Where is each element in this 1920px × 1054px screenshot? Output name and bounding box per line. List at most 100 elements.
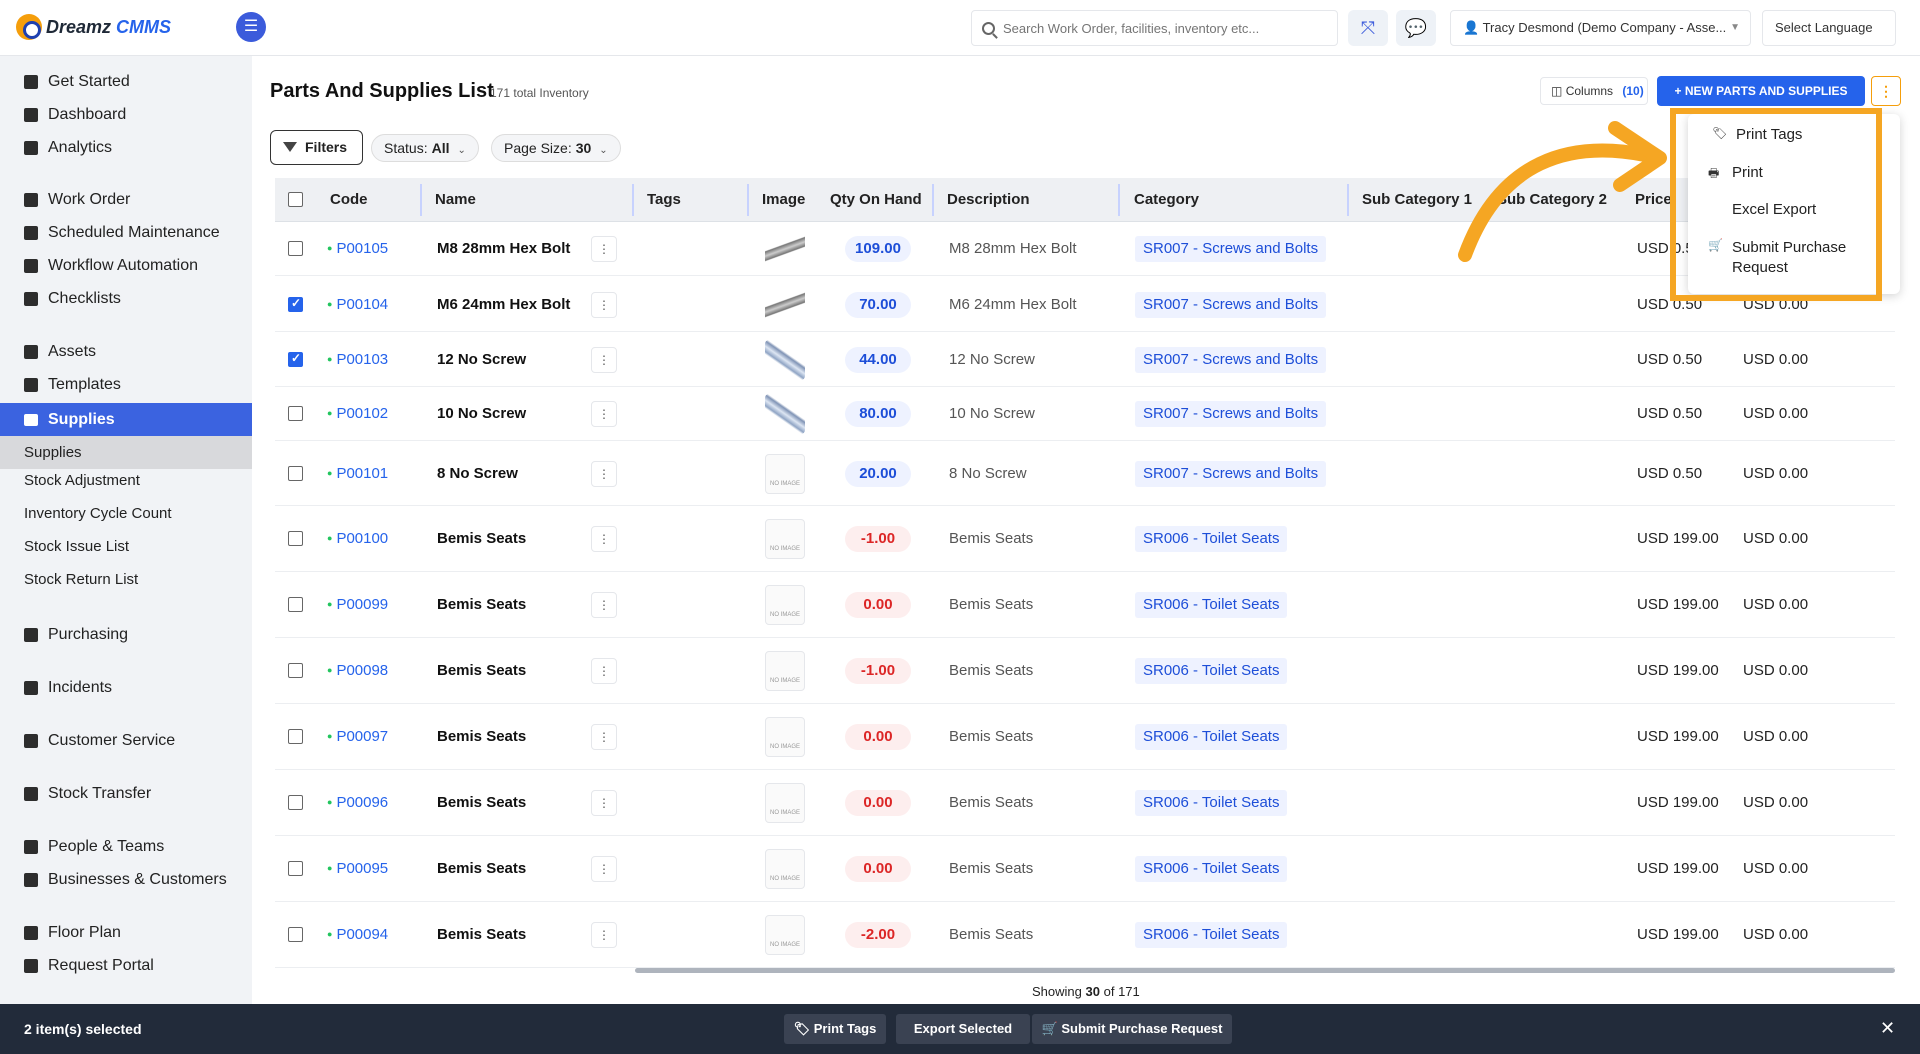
row-category-badge[interactable]: SR006 - Toilet Seats [1135, 526, 1288, 552]
row-code-link[interactable]: P00098 [327, 662, 388, 679]
horizontal-scrollbar[interactable] [635, 968, 1895, 973]
row-checkbox[interactable] [288, 795, 303, 810]
column-header-description[interactable]: Description [947, 178, 1030, 222]
search-input[interactable] [1003, 20, 1323, 36]
column-header-category[interactable]: Category [1134, 178, 1199, 222]
row-category-badge[interactable]: SR006 - Toilet Seats [1135, 856, 1288, 882]
chat-icon[interactable]: 💬 [1396, 10, 1436, 46]
select-all-checkbox[interactable] [288, 192, 303, 207]
row-category-badge[interactable]: SR006 - Toilet Seats [1135, 592, 1288, 618]
sidebar-subitem-stock-issue-list[interactable]: Stock Issue List [24, 538, 129, 555]
row-code-link[interactable]: P00094 [327, 926, 388, 943]
sidebar-item-request-portal[interactable]: Request Portal [24, 955, 154, 977]
filters-button[interactable]: Filters [270, 130, 363, 165]
row-category-badge[interactable]: SR006 - Toilet Seats [1135, 790, 1288, 816]
table-row[interactable]: P00104 M6 24mm Hex Bolt ⋮ 70.00 M6 24mm Hex … [275, 278, 1895, 332]
row-code-link[interactable]: P00097 [327, 728, 388, 745]
sidebar-item-work-order[interactable]: Work Order [24, 189, 130, 211]
row-actions-icon[interactable]: ⋮ [591, 592, 617, 618]
column-divider[interactable] [1118, 184, 1120, 216]
row-thumbnail[interactable] [765, 229, 805, 269]
table-row[interactable]: P00099 Bemis Seats ⋮ NO IMAGE 0.00 Bemis Seat… [275, 572, 1895, 638]
column-header-name[interactable]: Name [435, 178, 476, 222]
sidebar-item-stock-transfer[interactable]: Stock Transfer [24, 783, 151, 805]
row-actions-icon[interactable]: ⋮ [591, 401, 617, 427]
table-row[interactable]: P00098 Bemis Seats ⋮ NO IMAGE -1.00 Bemis Sea… [275, 638, 1895, 704]
sidebar-item-supplies[interactable]: Supplies [0, 403, 252, 436]
row-category-badge[interactable]: SR007 - Screws and Bolts [1135, 236, 1327, 262]
sidebar-subitem-supplies[interactable]: Supplies [0, 436, 252, 469]
sidebar-item-dashboard[interactable]: Dashboard [24, 104, 126, 126]
status-filter[interactable]: Status: All ⌄ [371, 134, 479, 162]
row-thumbnail[interactable] [765, 394, 805, 434]
row-code-link[interactable]: P00099 [327, 596, 388, 613]
sidebar-item-customer-service[interactable]: Customer Service [24, 730, 175, 752]
row-thumbnail[interactable]: NO IMAGE [765, 717, 805, 757]
row-thumbnail[interactable]: NO IMAGE [765, 519, 805, 559]
row-thumbnail[interactable]: NO IMAGE [765, 783, 805, 823]
table-row[interactable]: P00102 10 No Screw ⋮ 80.00 10 No Screw SR007 … [275, 387, 1895, 441]
sidebar-subitem-inventory-cycle-count[interactable]: Inventory Cycle Count [24, 505, 172, 522]
row-actions-icon[interactable]: ⋮ [591, 292, 617, 318]
column-header-image[interactable]: Image [762, 178, 805, 222]
row-actions-icon[interactable]: ⋮ [591, 347, 617, 373]
row-code-link[interactable]: P00105 [327, 240, 388, 257]
row-checkbox[interactable] [288, 406, 303, 421]
row-thumbnail[interactable]: NO IMAGE [765, 849, 805, 889]
row-thumbnail[interactable] [765, 285, 805, 325]
column-divider[interactable] [747, 184, 749, 216]
row-category-badge[interactable]: SR006 - Toilet Seats [1135, 724, 1288, 750]
row-checkbox[interactable] [288, 663, 303, 678]
sidebar-item-analytics[interactable]: Analytics [24, 137, 112, 159]
row-checkbox[interactable] [288, 241, 303, 256]
more-options-button[interactable]: ⋮ [1871, 76, 1901, 106]
row-code-link[interactable]: P00096 [327, 794, 388, 811]
column-header-tags[interactable]: Tags [647, 178, 681, 222]
sidebar-subitem-stock-adjustment[interactable]: Stock Adjustment [24, 472, 140, 489]
sidebar-item-checklists[interactable]: Checklists [24, 288, 121, 310]
row-actions-icon[interactable]: ⋮ [591, 658, 617, 684]
table-row[interactable]: P00095 Bemis Seats ⋮ NO IMAGE 0.00 Bemis Seat… [275, 836, 1895, 902]
row-category-badge[interactable]: SR006 - Toilet Seats [1135, 922, 1288, 948]
table-row[interactable]: P00096 Bemis Seats ⋮ NO IMAGE 0.00 Bemis Seat… [275, 770, 1895, 836]
row-code-link[interactable]: P00101 [327, 465, 388, 482]
sidebar-item-floor-plan[interactable]: Floor Plan [24, 922, 121, 944]
column-divider[interactable] [932, 184, 934, 216]
row-checkbox[interactable] [288, 296, 303, 312]
table-row[interactable]: P00094 Bemis Seats ⋮ NO IMAGE -2.00 Bemis Sea… [275, 902, 1895, 968]
fullscreen-toggle-icon[interactable]: ⤧ [1348, 10, 1388, 46]
row-code-link[interactable]: P00102 [327, 405, 388, 422]
column-divider[interactable] [632, 184, 634, 216]
menu-toggle-button[interactable]: ☰ [236, 12, 266, 42]
column-divider[interactable] [1347, 184, 1349, 216]
row-code-link[interactable]: P00095 [327, 860, 388, 877]
language-select[interactable]: Select Language [1762, 10, 1896, 46]
row-category-badge[interactable]: SR007 - Screws and Bolts [1135, 292, 1327, 318]
sidebar-item-incidents[interactable]: Incidents [24, 677, 112, 699]
row-actions-icon[interactable]: ⋮ [591, 724, 617, 750]
table-row[interactable]: P00097 Bemis Seats ⋮ NO IMAGE 0.00 Bemis Seat… [275, 704, 1895, 770]
sidebar-item-purchasing[interactable]: Purchasing [24, 624, 128, 646]
row-checkbox[interactable] [288, 861, 303, 876]
new-parts-supplies-button[interactable]: + NEW PARTS AND SUPPLIES [1657, 76, 1865, 106]
row-checkbox[interactable] [288, 729, 303, 744]
row-thumbnail[interactable] [765, 340, 805, 380]
bulk-export-selected-button[interactable]: Export Selected [896, 1014, 1030, 1044]
sidebar-item-scheduled-maintenance[interactable]: Scheduled Maintenance [24, 222, 220, 244]
row-actions-icon[interactable]: ⋮ [591, 461, 617, 487]
table-row[interactable]: P00103 12 No Screw ⋮ 44.00 12 No Screw SR007 … [275, 333, 1895, 387]
columns-button[interactable]: ◫ Columns (10) [1540, 77, 1648, 105]
row-checkbox[interactable] [288, 466, 303, 481]
page-size-filter[interactable]: Page Size: 30 ⌄ [491, 134, 621, 162]
row-category-badge[interactable]: SR007 - Screws and Bolts [1135, 461, 1327, 487]
row-checkbox[interactable] [288, 597, 303, 612]
row-actions-icon[interactable]: ⋮ [591, 922, 617, 948]
row-category-badge[interactable]: SR006 - Toilet Seats [1135, 658, 1288, 684]
sidebar-item-workflow-automation[interactable]: Workflow Automation [24, 255, 198, 277]
row-checkbox[interactable] [288, 531, 303, 546]
close-icon[interactable]: ✕ [1880, 1018, 1895, 1039]
table-row[interactable]: P00101 8 No Screw ⋮ NO IMAGE 20.00 8 No Screw… [275, 442, 1895, 506]
bulk-print-tags-button[interactable]: 🏷 Print Tags [784, 1014, 886, 1044]
sidebar-subitem-stock-return-list[interactable]: Stock Return List [24, 571, 138, 588]
row-thumbnail[interactable]: NO IMAGE [765, 454, 805, 494]
